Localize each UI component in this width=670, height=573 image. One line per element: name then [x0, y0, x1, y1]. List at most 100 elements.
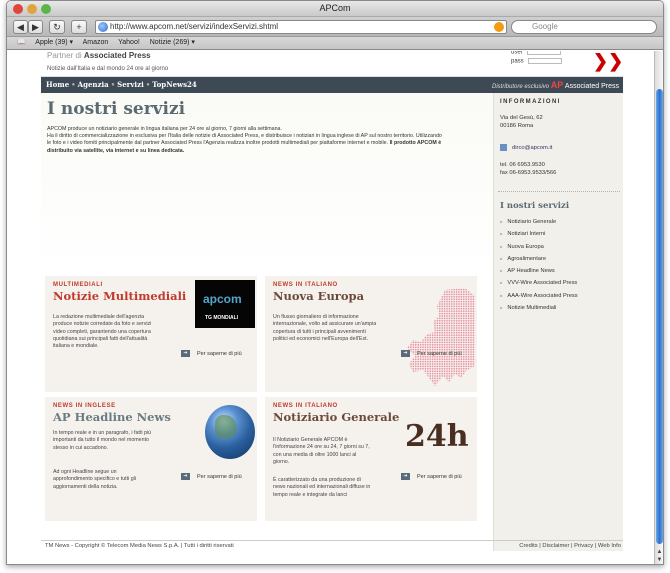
scroll-down-icon[interactable]: ▼	[656, 557, 663, 564]
intro-area: I nostri servizi APCOM produce un notizi…	[41, 93, 493, 273]
bookmark-notizie[interactable]: Notizie (269) ▾	[150, 39, 195, 46]
search-input[interactable]: Google	[511, 20, 657, 34]
nav-topnews24[interactable]: TopNews24	[152, 80, 197, 89]
more-label: Per saperne di più	[197, 350, 242, 357]
scroll-up-icon[interactable]: ▲	[656, 549, 663, 556]
service-link[interactable]: Notiziari Interni	[500, 231, 578, 243]
more-link[interactable]: ➜ Per saperne di più	[401, 350, 462, 357]
back-button[interactable]: ◀	[13, 20, 28, 34]
apcom-logo-text: apcom	[203, 292, 242, 306]
tel-text: tel. 06 6953.9530	[500, 162, 545, 168]
ap-logo: AP	[550, 80, 564, 90]
bookmark-apple[interactable]: Apple (39) ▾	[35, 39, 73, 46]
intro-line-1: APCOM produce un notiziario generale in …	[47, 126, 282, 132]
more-link[interactable]: ➜ Per saperne di più	[401, 473, 462, 480]
more-label: Per saperne di più	[197, 473, 242, 480]
scrollbar-thumb[interactable]	[656, 89, 663, 544]
more-label: Per saperne di più	[417, 350, 462, 357]
reload-button[interactable]: ↻	[49, 20, 65, 34]
arrow-right-icon: ➜	[401, 473, 410, 480]
arrow-right-icon: ➜	[401, 350, 410, 357]
nav-servizi[interactable]: Servizi	[117, 80, 144, 89]
window-title: APCom	[319, 3, 351, 13]
service-link[interactable]: AAA-Wire Associated Press	[500, 293, 577, 305]
partner-line: Partner di Associated Press	[47, 51, 151, 60]
card-nuova-europa: NEWS IN ITALIANO Nuova Europa Un flusso …	[265, 276, 477, 392]
address-bar[interactable]: http://www.apcom.net/servizi/indexServiz…	[95, 20, 507, 34]
nav-agenzia[interactable]: Agenzia	[78, 80, 109, 89]
email-text: dirco@apcom.it	[512, 145, 553, 152]
add-bookmark-button[interactable]: +	[71, 20, 87, 34]
search-placeholder: Google	[532, 22, 558, 31]
fax-text: fax 06-6953.9533/566	[500, 170, 557, 176]
service-link[interactable]: Agroalimentare	[500, 256, 578, 268]
login-go-button[interactable]: ❯❯	[593, 51, 623, 75]
intro-text: APCOM produce un notiziario generale in …	[47, 126, 447, 155]
card-text: Un flusso giornaliero di informazione in…	[273, 314, 377, 342]
bookmarks-bar: 📖 Apple (39) ▾ Amazon Yahoo! Notizie (26…	[7, 37, 663, 50]
more-link[interactable]: ➜ Per saperne di più	[181, 350, 242, 357]
email-link[interactable]: dirco@apcom.it	[500, 144, 552, 151]
card-text-2: Ad ogni Headline segue un approfondiment…	[53, 469, 137, 490]
card-notizie-multimediali: MULTIMEDIALI Notizie Multimediali La red…	[45, 276, 257, 392]
nav-home[interactable]: Home	[46, 80, 69, 89]
card-notiziario-generale: NEWS IN ITALIANO Notiziario Generale Il …	[265, 397, 477, 521]
rss-icon[interactable]	[494, 22, 504, 32]
card-title[interactable]: Notiziario Generale	[273, 410, 399, 424]
more-link[interactable]: ➜ Per saperne di più	[181, 473, 242, 480]
site-tagline: Notizie dall'Italia e dal mondo 24 ore a…	[47, 66, 169, 72]
vertical-scrollbar[interactable]: ▲ ▼	[654, 51, 663, 564]
ap-name: Associated Press	[564, 83, 619, 90]
more-label: Per saperne di più	[417, 473, 462, 480]
nav-sep: •	[145, 80, 151, 89]
sidebar-divider	[498, 191, 620, 192]
forward-button[interactable]: ▶	[28, 20, 43, 34]
title-bar: APCom	[7, 1, 663, 17]
user-input[interactable]	[526, 51, 561, 55]
partner-name: Associated Press	[83, 51, 151, 60]
arrow-right-icon: ➜	[181, 350, 190, 357]
nav-sep: •	[71, 80, 76, 89]
card-kicker: NEWS IN ITALIANO	[273, 282, 338, 288]
mail-icon	[500, 144, 507, 151]
bookmarks-icon[interactable]: 📖	[17, 39, 26, 46]
distributor-text: Distributore esclusivo	[492, 84, 550, 90]
bookmark-yahoo[interactable]: Yahoo!	[118, 39, 140, 46]
card-kicker: MULTIMEDIALI	[53, 282, 103, 288]
intro-line-2: Ha il diritto di commercializzazione in …	[47, 133, 442, 147]
partner-prefix: Partner di	[47, 51, 82, 60]
footer-links[interactable]: Credits | Disclaimer | Privacy | Web Inf…	[519, 541, 621, 551]
card-title[interactable]: Notizie Multimediali	[53, 289, 186, 303]
card-kicker: NEWS IN INGLESE	[53, 403, 116, 409]
card-title[interactable]: AP Headline News	[53, 410, 171, 424]
phone-info: tel. 06 6953.9530 fax 06-6953.9533/566	[500, 161, 556, 177]
europe-map-image	[407, 288, 475, 386]
tg-mondiali-image[interactable]: apcom TG MONDIALI	[195, 280, 255, 328]
card-text: In tempo reale e in un paragrafo, i fatt…	[53, 430, 152, 451]
service-link[interactable]: Notizie Multimediali	[500, 305, 578, 317]
card-text: La redazione multimediale dell'agenzia p…	[53, 314, 152, 350]
service-link[interactable]: VVV-Wire Associated Press	[500, 280, 578, 292]
address-line-2: 00186 Roma	[500, 123, 534, 129]
pass-input[interactable]	[527, 58, 562, 64]
nav-sep: •	[110, 80, 116, 89]
bookmark-amazon[interactable]: Amazon	[83, 39, 109, 46]
info-heading: INFORMAZIONI	[500, 99, 561, 105]
address-line-1: Via del Gesù, 62	[500, 115, 543, 121]
card-kicker: NEWS IN ITALIANO	[273, 403, 338, 409]
globe-continents-icon	[215, 415, 237, 439]
browser-window: APCom ◀ ▶ ↻ + http://www.apcom.net/servi…	[6, 0, 664, 565]
page-footer: TM News - Copyright © Telecom Media News…	[41, 540, 623, 551]
arrow-right-icon: ➜	[181, 473, 190, 480]
browser-toolbar: ◀ ▶ ↻ + http://www.apcom.net/servizi/ind…	[7, 17, 663, 37]
service-link[interactable]: AP Headline News	[500, 268, 578, 280]
card-title[interactable]: Nuova Europa	[273, 289, 364, 303]
services-heading: I nostri servizi	[500, 201, 570, 211]
page-title: I nostri servizi	[47, 99, 186, 119]
address: Via del Gesù, 62 00186 Roma	[500, 114, 543, 130]
site-header: Partner di Associated Press Notizie dall…	[41, 51, 623, 77]
service-link[interactable]: Nuova Europa	[500, 244, 578, 256]
main-nav: Home • Agenzia • Servizi • TopNews24 Distribut…	[41, 77, 623, 93]
service-link[interactable]: Notiziario Generale	[500, 219, 578, 231]
url-text: http://www.apcom.net/servizi/indexServiz…	[110, 22, 279, 31]
